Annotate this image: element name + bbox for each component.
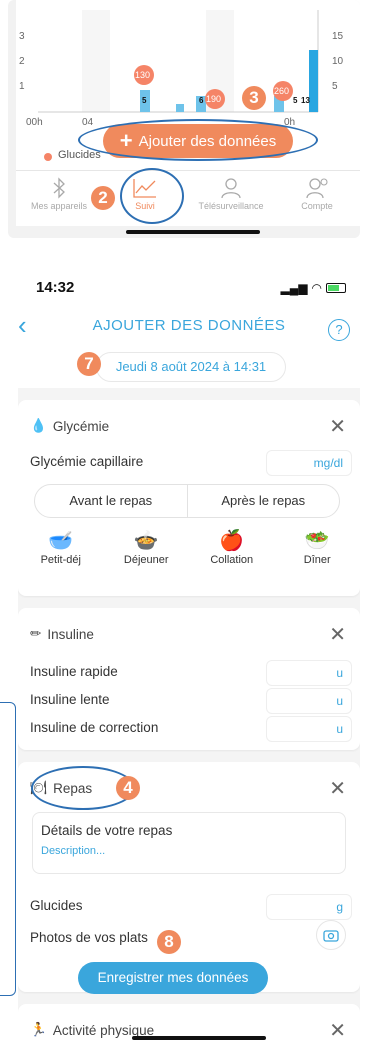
tab-label: Mes appareils xyxy=(30,201,88,211)
tab-compte[interactable]: Compte xyxy=(274,175,360,211)
y2-tick-label: 15 xyxy=(332,31,344,42)
tab-label: Compte xyxy=(301,201,333,211)
close-icon[interactable]: ✕ xyxy=(329,414,346,439)
bar-label: 5 xyxy=(293,96,298,105)
battery-icon xyxy=(326,283,346,293)
drop-icon: 💧 xyxy=(30,418,47,433)
insuline-lente-field[interactable]: u xyxy=(266,688,352,714)
step-marker-2: 2 xyxy=(91,186,115,210)
bar-label: 13 xyxy=(301,96,310,105)
save-data-button[interactable]: Enregistrer mes données xyxy=(78,962,268,994)
card-title-label: Glycémie xyxy=(52,418,110,434)
signal-icon: ▂▄▆ xyxy=(280,281,308,295)
status-time: 14:32 xyxy=(36,279,75,296)
close-icon[interactable]: ✕ xyxy=(329,1018,346,1043)
meal-timing-segment: Avant le repas Après le repas xyxy=(34,484,340,518)
meal-diner[interactable]: 🥗 Dîner xyxy=(277,528,357,584)
insuline-correction-label: Insuline de correction xyxy=(30,720,159,735)
annotation-oval-suivi xyxy=(120,168,184,224)
bowl-icon: 🥣 xyxy=(48,530,74,552)
tab-mes-appareils[interactable]: Mes appareils xyxy=(16,175,102,211)
column-shade xyxy=(82,10,110,112)
screen-header: 14:32 ▂▄▆ ◠ ‹ AJOUTER DES DONNÉES ? Jeud… xyxy=(18,262,360,388)
step-marker-8: 8 xyxy=(157,930,181,954)
insuline-title: ✏ Insuline xyxy=(30,626,94,642)
glucides-label: Glucides xyxy=(30,898,83,913)
status-icons: ▂▄▆ ◠ xyxy=(281,281,346,295)
meal-petit-dej[interactable]: 🥣 Petit-déj xyxy=(21,528,101,584)
glycemie-title: 💧 Glycémie xyxy=(30,418,109,434)
legend-dot xyxy=(44,153,52,161)
x-tick-label: 00h xyxy=(26,117,43,128)
details-label: Détails de votre repas xyxy=(41,823,173,838)
close-icon[interactable]: ✕ xyxy=(329,622,346,647)
glycemie-capillaire-label: Glycémie capillaire xyxy=(30,454,144,469)
description-placeholder: Description... xyxy=(41,845,106,857)
bar-label: 5 xyxy=(142,96,147,105)
doctor-icon xyxy=(188,175,274,201)
seg-apres-repas[interactable]: Après le repas xyxy=(188,485,340,517)
bubble-label: 130 xyxy=(135,70,151,80)
syringe-icon: ✏ xyxy=(30,626,42,641)
page-title: AJOUTER DES DONNÉES xyxy=(92,317,286,334)
chart-bar xyxy=(176,104,184,112)
date-selector[interactable]: Jeudi 8 août 2024 à 14:31 xyxy=(96,352,286,382)
meal-dejeuner[interactable]: 🍲 Déjeuner xyxy=(106,528,186,584)
tab-telesurveillance[interactable]: Télésurveillance xyxy=(188,175,274,211)
meal-options: 🥣 Petit-déj 🍲 Déjeuner 🍎 Collation 🥗 Dîner xyxy=(18,528,360,584)
close-icon[interactable]: ✕ xyxy=(329,776,346,801)
runner-icon: 🏃 xyxy=(30,1022,47,1037)
insuline-correction-field[interactable]: u xyxy=(266,716,352,742)
bubble-label: 190 xyxy=(206,94,222,104)
y-tick-label: 2 xyxy=(19,56,25,67)
y-tick-label: 3 xyxy=(19,31,25,42)
meal-description-box[interactable]: Détails de votre repas Description... xyxy=(32,812,346,874)
y2-tick-label: 10 xyxy=(332,56,344,67)
dinner-icon: 🥗 xyxy=(304,530,330,552)
insuline-rapide-label: Insuline rapide xyxy=(30,664,118,679)
tab-label: Télésurveillance xyxy=(198,201,264,211)
photos-label: Photos de vos plats xyxy=(30,930,148,945)
annotation-oval-add xyxy=(78,119,318,161)
card-title-label: Insuline xyxy=(47,626,94,642)
step-marker-3: 3 xyxy=(242,86,266,110)
home-indicator xyxy=(132,1036,266,1040)
y2-tick-label: 5 xyxy=(332,81,338,92)
glucides-field[interactable]: g xyxy=(266,894,352,920)
y-tick-label: 1 xyxy=(19,81,25,92)
snack-icon: 🍎 xyxy=(219,530,245,552)
top-screenshot-panel: 3 2 1 15 10 5 00h 04 0h 5 6 5 13 130 190… xyxy=(8,0,360,238)
insuline-card: ✏ Insuline ✕ Insuline rapide u Insuline … xyxy=(18,608,360,750)
help-icon[interactable]: ? xyxy=(328,319,350,341)
home-indicator xyxy=(126,230,260,234)
bar-label: 6 xyxy=(199,96,204,105)
insuline-lente-label: Insuline lente xyxy=(30,692,110,707)
x-tick-label: 04 xyxy=(82,117,94,128)
chart-bar xyxy=(309,50,318,112)
bubble-label: 260 xyxy=(274,86,290,96)
user-settings-icon xyxy=(274,175,360,201)
lunch-icon: 🍲 xyxy=(133,530,159,552)
bluetooth-icon xyxy=(16,175,102,201)
glycemie-card: 💧 Glycémie ✕ Glycémie capillaire mg/dl A… xyxy=(18,400,360,596)
overlay-panel-edge xyxy=(0,702,16,996)
step-marker-7: 7 xyxy=(77,352,101,376)
glycemie-field[interactable]: mg/dl xyxy=(266,450,352,476)
insuline-rapide-field[interactable]: u xyxy=(266,660,352,686)
step-marker-4: 4 xyxy=(116,776,140,800)
add-data-screen: 14:32 ▂▄▆ ◠ ‹ AJOUTER DES DONNÉES ? Jeud… xyxy=(18,262,360,1046)
bottom-tab-bar: Mes appareils Suivi Télésurveillance Com… xyxy=(16,170,360,226)
wifi-icon: ◠ xyxy=(311,281,322,295)
add-photo-button[interactable] xyxy=(316,920,346,950)
seg-avant-repas[interactable]: Avant le repas xyxy=(35,485,188,517)
meal-collation[interactable]: 🍎 Collation xyxy=(192,528,272,584)
camera-icon xyxy=(323,930,339,942)
